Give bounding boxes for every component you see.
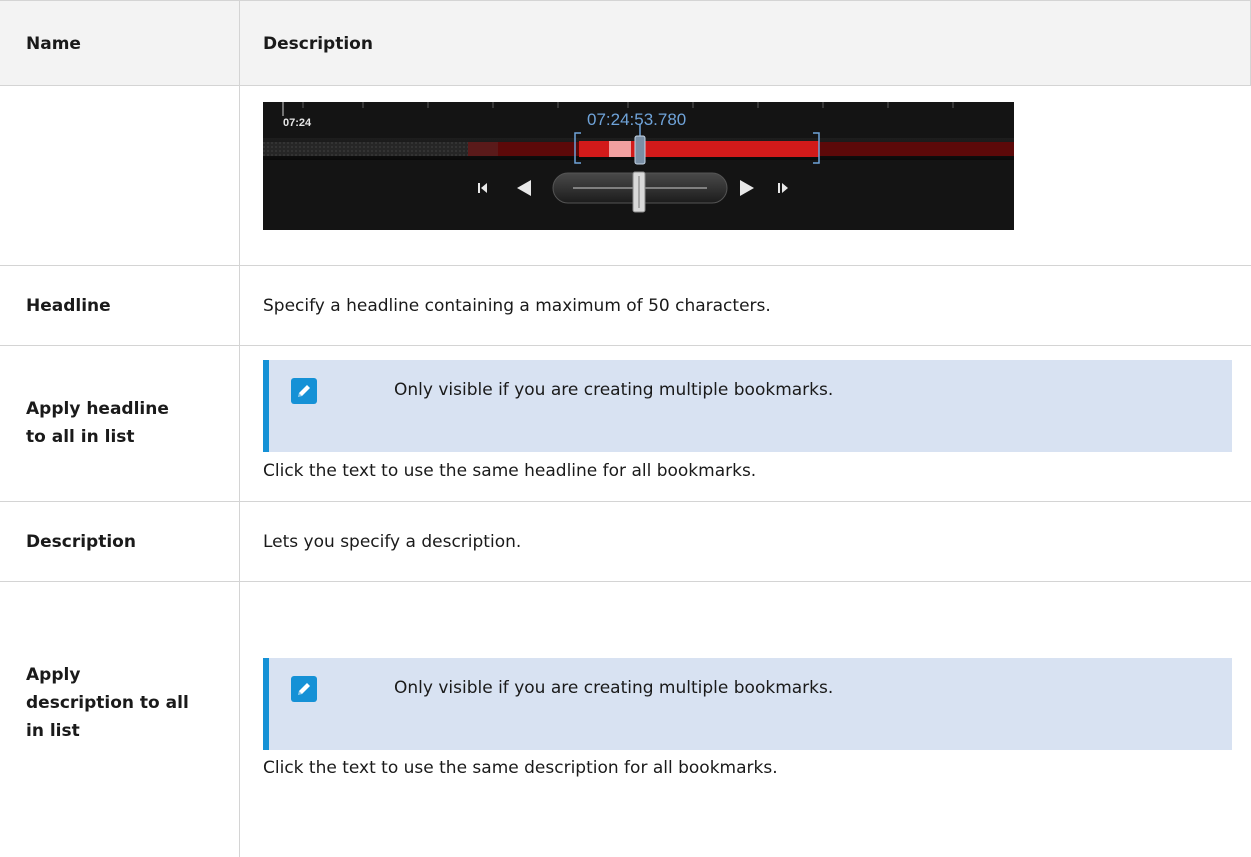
note-text: Only visible if you are creating multipl… [394,380,834,400]
row-desc-apply-headline: Click the text to use the same headline … [263,461,757,481]
header-name: Name [26,34,81,54]
pencil-icon [291,676,317,702]
name-line: in list [26,721,80,741]
table-header: Name Description [0,0,1251,86]
note-box: Only visible if you are creating multipl… [263,360,1232,452]
table-row-apply-description: Apply description to all in list Only vi… [0,582,1251,857]
timeline-current-time: 07:24:53.780 [587,110,687,129]
row-name-description: Description [26,532,136,552]
row-name-headline: Headline [26,296,111,316]
row-name-apply-headline: Apply headline to all in list [26,395,169,451]
timeline-start-label: 07:24 [283,117,312,129]
note-text: Only visible if you are creating multipl… [394,678,834,698]
pencil-icon [291,378,317,404]
table-row-description: Description Lets you specify a descripti… [0,502,1251,582]
name-line: description to all [26,693,189,713]
name-line: to all in list [26,427,135,447]
name-line: Apply [26,665,81,685]
name-line: Apply headline [26,399,169,419]
note-box: Only visible if you are creating multipl… [263,658,1232,750]
header-description: Description [263,34,373,54]
timeline-image: 07:24 07:24:53.780 [263,102,1014,230]
row-name-apply-description: Apply description to all in list [26,661,189,745]
row-desc-apply-description: Click the text to use the same descripti… [263,758,778,778]
row-desc-headline: Specify a headline containing a maximum … [263,296,771,316]
table-row-apply-headline: Apply headline to all in list Only visib… [0,346,1251,502]
table-row-headline: Headline Specify a headline containing a… [0,266,1251,346]
row-desc-description: Lets you specify a description. [263,532,522,552]
table-row-timeline: 07:24 07:24:53.780 [0,86,1251,266]
